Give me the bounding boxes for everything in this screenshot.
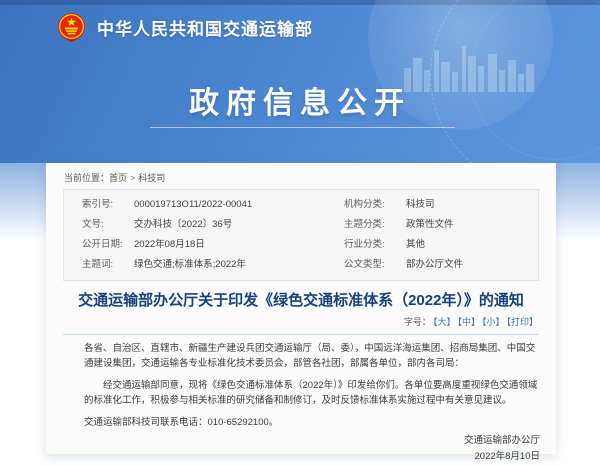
meta-row-doc-number: 文号: 交办科技〔2022〕36号 主题分类: 政策性文件: [64, 215, 538, 235]
meta-label: 公文类型:: [344, 258, 406, 272]
signature-block: 交通运输部办公厅 2022年8月10日: [84, 433, 540, 465]
font-size-large-button[interactable]: 【大】: [433, 317, 456, 327]
article-title: 交通运输部办公厅关于印发《绿色交通标准体系（2022年）》的通知: [66, 292, 536, 310]
breadcrumb-home-link[interactable]: 首页: [109, 173, 127, 183]
meta-label: 索引号:: [82, 198, 134, 212]
site-brand[interactable]: 中华人民共和国交通运输部: [56, 12, 313, 43]
font-size-small-button[interactable]: 【小】: [482, 317, 505, 327]
meta-value-doc-number: 交办科技〔2022〕36号: [134, 218, 344, 232]
title-divider: [63, 334, 539, 335]
article-body: 各省、自治区、直辖市、新疆生产建设兵团交通运输厅（局、委），中国远洋海运集团、招…: [84, 341, 540, 465]
meta-value-topic-category: 政策性文件: [406, 218, 538, 232]
national-emblem-icon: [56, 12, 87, 43]
meta-row-keywords: 主题词: 绿色交通;标准体系;2022年 公文类型: 部办公厅文件: [64, 255, 538, 275]
hero-header: 中华人民共和国交通运输部 政府信息公开: [0, 0, 600, 163]
meta-label: 主题分类:: [344, 218, 406, 232]
meta-value-doc-type: 部办公厅文件: [406, 258, 538, 272]
signature-issuer: 交通运输部办公厅: [84, 433, 540, 449]
breadcrumb: 当前位置：首页>科技司: [46, 163, 556, 189]
meta-label: 机构分类:: [344, 198, 406, 212]
font-size-label: 字号：: [404, 317, 431, 327]
meta-row-index: 索引号: 000019713O11/2022-00041 机构分类: 科技司: [64, 195, 538, 215]
document-meta-table: 索引号: 000019713O11/2022-00041 机构分类: 科技司 文…: [63, 189, 539, 281]
print-button[interactable]: 【打印】: [506, 317, 538, 327]
breadcrumb-label: 当前位置：: [64, 173, 109, 183]
font-size-controls: 字号：【大】【中】【小】【打印】: [64, 315, 538, 328]
meta-label: 公开日期:: [82, 238, 134, 252]
meta-value-industry-category: 其他: [406, 238, 538, 252]
meta-label: 行业分类:: [344, 238, 406, 252]
breadcrumb-separator: >: [130, 173, 135, 183]
font-size-medium-button[interactable]: 【中】: [457, 317, 480, 327]
page-title-underline: [150, 127, 455, 128]
article-paragraph-main: 经交通运输部同意，现将《绿色交通标准体系（2022年）》印发给你们。各单位要高度…: [84, 378, 540, 408]
breadcrumb-current: 科技司: [138, 173, 165, 183]
meta-row-publish-date: 公开日期: 2022年08月18日 行业分类: 其他: [64, 235, 538, 255]
site-name: 中华人民共和国交通运输部: [97, 15, 313, 40]
meta-value-publish-date: 2022年08月18日: [134, 238, 344, 252]
signature-date: 2022年8月10日: [84, 449, 540, 465]
meta-label: 主题词:: [82, 258, 134, 272]
meta-value-org-category: 科技司: [406, 198, 538, 212]
page-title: 政府信息公开: [0, 78, 600, 122]
meta-value-keywords: 绿色交通;标准体系;2022年: [134, 258, 344, 272]
meta-value-index-number: 000019713O11/2022-00041: [134, 198, 344, 212]
meta-label: 文号:: [82, 218, 134, 232]
article-paragraph-recipients: 各省、自治区、直辖市、新疆生产建设兵团交通运输厅（局、委），中国远洋海运集团、招…: [84, 341, 540, 371]
article-paragraph-contact: 交通运输部科技司联系电话：010-65292100。: [84, 415, 540, 430]
content-card: 当前位置：首页>科技司 索引号: 000019713O11/2022-00041…: [46, 163, 556, 454]
